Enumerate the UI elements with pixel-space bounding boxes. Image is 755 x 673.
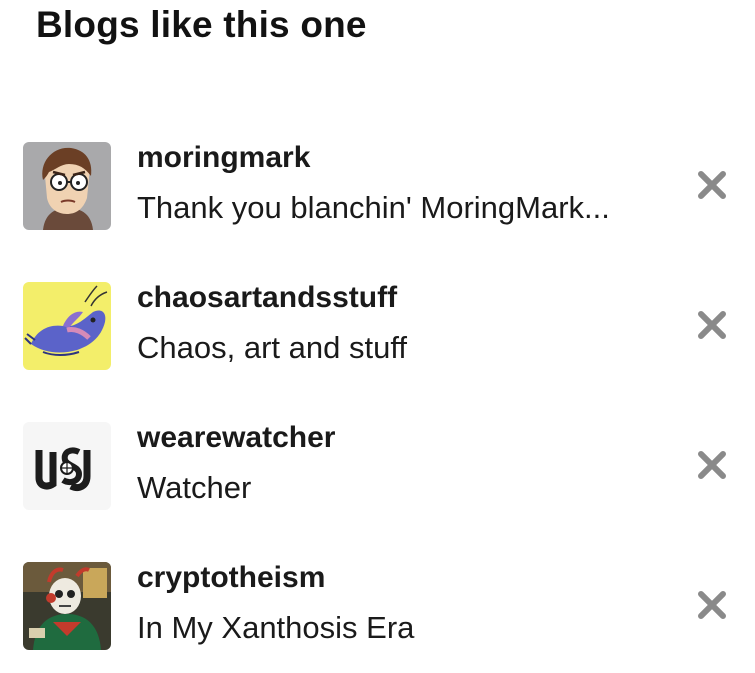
dismiss-button-wearewatcher[interactable] bbox=[695, 448, 729, 482]
blog-name[interactable]: moringmark bbox=[137, 138, 310, 178]
dismiss-button-cryptotheism[interactable] bbox=[695, 588, 729, 622]
blog-description: Thank you blanchin' MoringMark... bbox=[137, 190, 610, 225]
blog-row-chaosartandsstuff[interactable]: chaosartandsstuff Chaos, art and stuff bbox=[0, 278, 755, 378]
blog-description: In My Xanthosis Era bbox=[137, 610, 415, 645]
skull-figure-in-green-coat-avatar bbox=[23, 562, 111, 650]
blog-avatar-cryptotheism[interactable] bbox=[23, 562, 111, 650]
blog-avatar-chaosartandsstuff[interactable] bbox=[23, 282, 111, 370]
dismiss-button-chaosartandsstuff[interactable] bbox=[695, 308, 729, 342]
blog-name[interactable]: wearewatcher bbox=[137, 418, 335, 458]
blog-description: Watcher bbox=[137, 470, 252, 505]
blue-dragon-on-yellow-avatar bbox=[23, 282, 111, 370]
blog-row-moringmark[interactable]: moringmark Thank you blanchin' MoringMar… bbox=[0, 138, 755, 238]
section-title: Blogs like this one bbox=[36, 4, 367, 45]
watcher-logo-avatar bbox=[23, 422, 111, 510]
blog-avatar-wearewatcher[interactable] bbox=[23, 422, 111, 510]
blog-description: Chaos, art and stuff bbox=[137, 330, 407, 365]
close-icon bbox=[698, 451, 726, 479]
blog-name[interactable]: cryptotheism bbox=[137, 558, 325, 598]
cartoon-man-with-glasses-avatar bbox=[23, 142, 111, 230]
close-icon bbox=[698, 171, 726, 199]
close-icon bbox=[698, 591, 726, 619]
blog-row-cryptotheism[interactable]: cryptotheism In My Xanthosis Era bbox=[0, 558, 755, 658]
blog-name[interactable]: chaosartandsstuff bbox=[137, 278, 397, 318]
blog-avatar-moringmark[interactable] bbox=[23, 142, 111, 230]
dismiss-button-moringmark[interactable] bbox=[695, 168, 729, 202]
blog-row-wearewatcher[interactable]: wearewatcher Watcher bbox=[0, 418, 755, 518]
close-icon bbox=[698, 311, 726, 339]
